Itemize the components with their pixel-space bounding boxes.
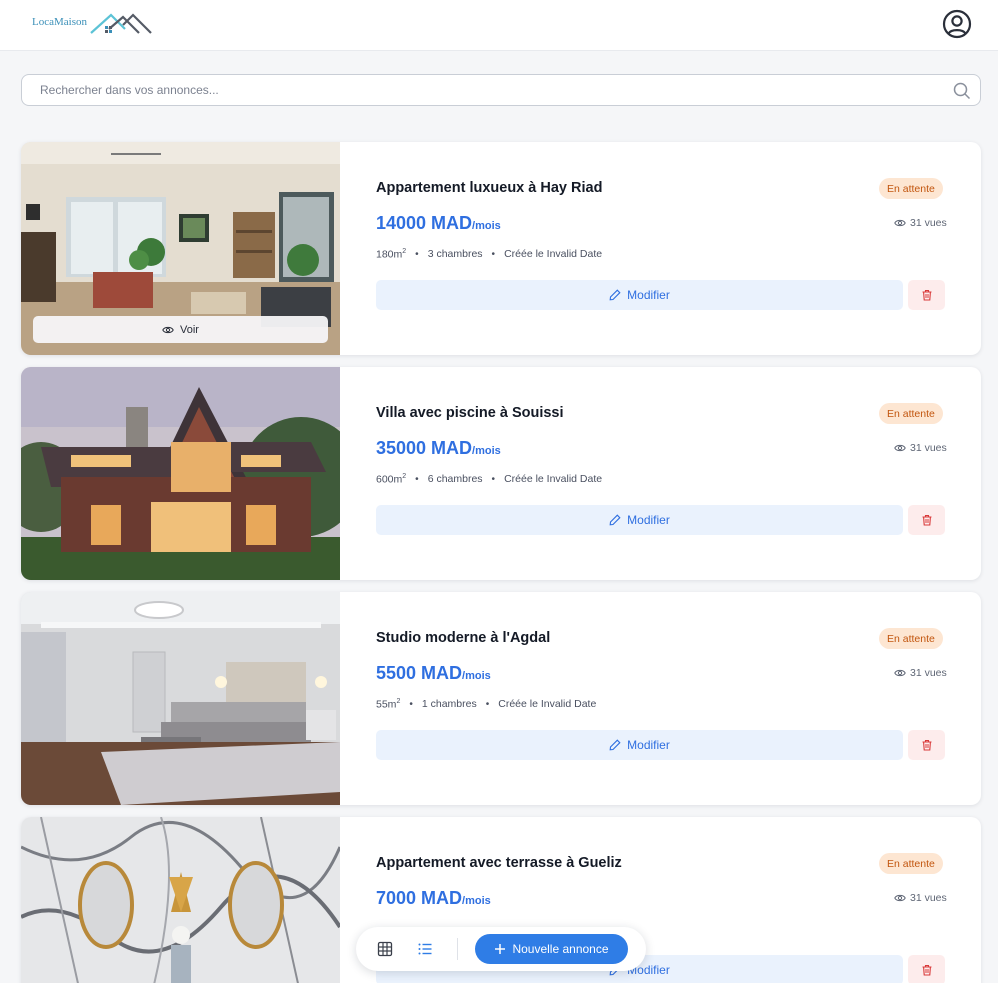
new-listing-label: Nouvelle annonce xyxy=(512,942,609,956)
view-button[interactable]: Voir xyxy=(33,316,328,343)
meta-separator: • xyxy=(409,698,413,710)
eye-icon xyxy=(894,444,906,452)
trash-icon xyxy=(922,290,931,301)
listing-photo[interactable] xyxy=(21,592,340,805)
price-unit: /mois xyxy=(472,220,501,232)
delete-button[interactable] xyxy=(908,955,945,983)
listing-price: 14000 MAD/mois xyxy=(376,213,501,234)
price-amount: 7000 MAD xyxy=(376,888,463,908)
account-button[interactable] xyxy=(941,8,973,40)
listing-rooms: 3 chambres xyxy=(427,248,483,261)
plus-icon xyxy=(495,944,506,954)
listing-title: Appartement luxueux à Hay Riad xyxy=(376,180,603,196)
meta-separator: • xyxy=(415,248,419,260)
listing-title: Studio moderne à l'Agdal xyxy=(376,630,551,646)
listing-area: 180m2 xyxy=(376,248,407,261)
price-unit: /mois xyxy=(462,895,491,907)
grid-view-button[interactable] xyxy=(376,940,394,958)
toolbar-divider xyxy=(457,938,458,960)
status-badge: En attente xyxy=(879,628,943,649)
view-count: 31 vues xyxy=(894,217,947,229)
bathroom-photo xyxy=(21,817,340,983)
price-unit: /mois xyxy=(472,445,501,457)
listing-photo[interactable]: Voir xyxy=(21,142,340,355)
modify-button[interactable]: Modifier xyxy=(376,505,903,535)
listing-title: Appartement avec terrasse à Gueliz xyxy=(376,855,622,871)
eye-icon xyxy=(894,669,906,677)
listing-meta: 180m2 • 3 chambres • Créée le Invalid Da… xyxy=(376,248,602,261)
delete-button[interactable] xyxy=(908,280,945,310)
villa-photo xyxy=(21,367,340,580)
view-button-label: Voir xyxy=(180,323,199,336)
meta-separator: • xyxy=(415,473,419,485)
trash-icon xyxy=(922,965,931,976)
new-listing-button[interactable]: Nouvelle annonce xyxy=(475,934,628,964)
modify-button[interactable]: Modifier xyxy=(376,280,903,310)
view-count-text: 31 vues xyxy=(910,442,947,454)
listing-meta: 600m2 • 6 chambres • Créée le Invalid Da… xyxy=(376,473,602,486)
bedroom-photo xyxy=(21,592,340,805)
listing-price: 7000 MAD/mois xyxy=(376,888,491,909)
listing-card: Villa avec piscine à Souissi En attente … xyxy=(21,367,981,580)
view-count: 31 vues xyxy=(894,667,947,679)
view-count-text: 31 vues xyxy=(910,667,947,679)
listing-rooms: 6 chambres xyxy=(427,473,483,486)
trash-icon xyxy=(922,515,931,526)
search-input[interactable] xyxy=(22,75,980,105)
meta-separator: • xyxy=(485,698,490,710)
meta-separator: • xyxy=(491,248,496,260)
price-amount: 5500 MAD xyxy=(376,663,463,683)
modify-button[interactable]: Modifier xyxy=(376,730,903,760)
trash-icon xyxy=(922,740,931,751)
listing-title: Villa avec piscine à Souissi xyxy=(376,405,564,421)
view-count: 31 vues xyxy=(894,442,947,454)
listing-created: Créée le Invalid Date xyxy=(504,248,603,261)
status-badge: En attente xyxy=(879,403,943,424)
status-badge: En attente xyxy=(879,853,943,874)
user-circle-icon xyxy=(942,9,972,39)
pencil-icon xyxy=(609,739,621,751)
eye-icon xyxy=(162,326,174,333)
delete-button[interactable] xyxy=(908,505,945,535)
logo[interactable]: LocaMaison xyxy=(32,10,153,36)
list-icon xyxy=(418,943,432,955)
modify-button-label: Modifier xyxy=(627,738,670,752)
listing-created: Créée le Invalid Date xyxy=(498,698,597,711)
price-amount: 14000 MAD xyxy=(376,213,473,233)
price-unit: /mois xyxy=(462,670,491,682)
status-badge: En attente xyxy=(879,178,943,199)
view-count: 31 vues xyxy=(894,892,947,904)
listing-price: 5500 MAD/mois xyxy=(376,663,491,684)
modify-button-label: Modifier xyxy=(627,513,670,527)
pencil-icon xyxy=(609,289,621,301)
floating-toolbar: Nouvelle annonce xyxy=(356,927,646,971)
top-bar: LocaMaison xyxy=(0,0,998,51)
logo-roof-icon xyxy=(90,13,152,34)
listing-rooms: 1 chambres xyxy=(421,698,477,711)
eye-icon xyxy=(894,219,906,227)
listing-area: 55m2 xyxy=(376,698,401,711)
modify-button-label: Modifier xyxy=(627,288,670,302)
listing-card: Voir Appartement luxueux à Hay Riad En a… xyxy=(21,142,981,355)
logo-text: LocaMaison xyxy=(32,16,87,28)
list-view-button[interactable] xyxy=(416,940,434,958)
price-amount: 35000 MAD xyxy=(376,438,473,458)
search-icon[interactable] xyxy=(953,82,971,100)
listing-card: Studio moderne à l'Agdal En attente 5500… xyxy=(21,592,981,805)
eye-icon xyxy=(894,894,906,902)
listing-price: 35000 MAD/mois xyxy=(376,438,501,459)
listing-photo[interactable] xyxy=(21,817,340,983)
search-bar xyxy=(21,74,981,106)
listing-created: Créée le Invalid Date xyxy=(504,473,603,486)
view-count-text: 31 vues xyxy=(910,217,947,229)
listing-meta: 55m2 • 1 chambres • Créée le Invalid Dat… xyxy=(376,698,596,711)
grid-icon xyxy=(377,941,393,957)
meta-separator: • xyxy=(491,473,496,485)
pencil-icon xyxy=(609,514,621,526)
view-count-text: 31 vues xyxy=(910,892,947,904)
listing-photo[interactable] xyxy=(21,367,340,580)
delete-button[interactable] xyxy=(908,730,945,760)
listing-area: 600m2 xyxy=(376,473,407,486)
